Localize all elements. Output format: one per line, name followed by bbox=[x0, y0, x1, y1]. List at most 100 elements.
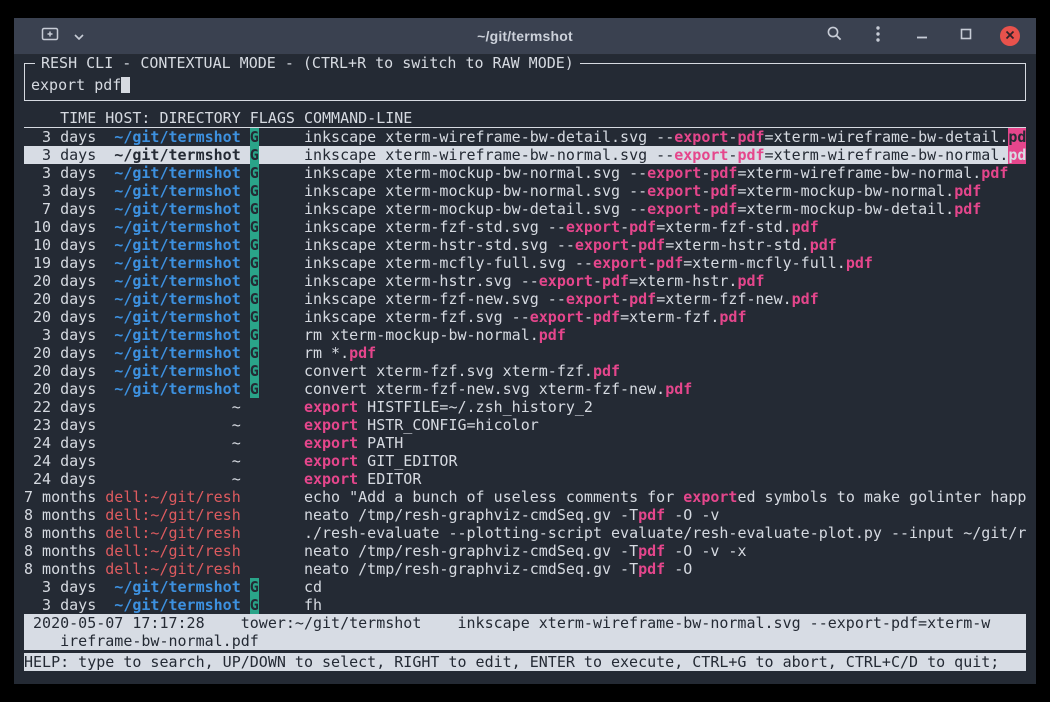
history-row[interactable]: 8 months dell:~/git/resh ./resh-evaluate… bbox=[24, 524, 1026, 542]
history-row[interactable]: 8 months dell:~/git/resh neato /tmp/resh… bbox=[24, 542, 1026, 560]
chevron-down-icon bbox=[74, 27, 84, 45]
search-button[interactable] bbox=[824, 26, 844, 46]
row-time: 20 days bbox=[24, 308, 96, 326]
row-time: 24 days bbox=[24, 452, 96, 470]
history-row[interactable]: 19 days ~/git/termshot G inkscape xterm-… bbox=[24, 254, 1026, 272]
command-text: HSTR_CONFIG=hicolor bbox=[358, 416, 539, 434]
match-highlight: pdf bbox=[638, 542, 665, 560]
command-text: =xterm-mcfly-full. bbox=[683, 254, 846, 272]
history-row[interactable]: 10 days ~/git/termshot G inkscape xterm-… bbox=[24, 218, 1026, 236]
help-bar: HELP: type to search, UP/DOWN to select,… bbox=[24, 653, 1026, 671]
command-text: neato /tmp/resh-graphviz-cmdSeq.gv -T bbox=[304, 542, 638, 560]
match-highlight: export bbox=[647, 164, 701, 182]
history-row[interactable]: 24 days ~ export PATH bbox=[24, 434, 1026, 452]
match-highlight: export bbox=[674, 146, 728, 164]
match-highlight: export bbox=[647, 182, 701, 200]
row-time: 3 days bbox=[24, 146, 96, 164]
match-highlight: pdf bbox=[719, 308, 746, 326]
history-row[interactable]: 24 days ~ export EDITOR bbox=[24, 470, 1026, 488]
command-text: inkscape xterm-mockup-bw-normal.svg -- bbox=[304, 182, 647, 200]
history-header: TIME HOST: DIRECTORY FLAGS COMMAND-LINE bbox=[24, 109, 1026, 128]
restore-button[interactable] bbox=[956, 26, 976, 46]
row-time: 23 days bbox=[24, 416, 96, 434]
row-host: ~ bbox=[105, 398, 240, 416]
command-text: rm *. bbox=[304, 344, 349, 362]
row-host: ~ bbox=[105, 434, 240, 452]
history-row[interactable]: 8 months dell:~/git/resh neato /tmp/resh… bbox=[24, 506, 1026, 524]
command-text: =xterm-fzf-new. bbox=[656, 290, 791, 308]
history-row[interactable]: 20 days ~/git/termshot G inkscape xterm-… bbox=[24, 308, 1026, 326]
git-flag: G bbox=[250, 596, 259, 614]
command-text: =xterm-hstr. bbox=[629, 272, 737, 290]
command-text: - bbox=[701, 200, 710, 218]
command-text: EDITOR bbox=[358, 470, 421, 488]
history-row[interactable]: 24 days ~ export GIT_EDITOR bbox=[24, 452, 1026, 470]
menu-button[interactable] bbox=[868, 26, 888, 46]
match-highlight: export bbox=[566, 290, 620, 308]
history-row[interactable]: 3 days ~/git/termshot G rm xterm-mockup-… bbox=[24, 326, 1026, 344]
match-highlight: pdf bbox=[638, 560, 665, 578]
minimize-button[interactable] bbox=[912, 26, 932, 46]
tab-dropdown-button[interactable] bbox=[69, 26, 89, 46]
row-time: 10 days bbox=[24, 218, 96, 236]
row-time: 20 days bbox=[24, 380, 96, 398]
history-row[interactable]: 20 days ~/git/termshot G inkscape xterm-… bbox=[24, 272, 1026, 290]
row-host: ~ bbox=[105, 416, 240, 434]
command-text: fh bbox=[304, 596, 322, 614]
match-highlight: pdf bbox=[539, 326, 566, 344]
new-tab-button[interactable] bbox=[40, 26, 60, 46]
command-text: inkscape xterm-mcfly-full.svg -- bbox=[304, 254, 593, 272]
match-highlight-truncated: pd bbox=[1008, 146, 1026, 164]
history-row[interactable]: 20 days ~/git/termshot G convert xterm-f… bbox=[24, 380, 1026, 398]
match-highlight: export bbox=[575, 236, 629, 254]
command-text: inkscape xterm-fzf.svg -- bbox=[304, 308, 530, 326]
row-time: 7 days bbox=[24, 200, 96, 218]
match-highlight: pdf bbox=[981, 164, 1008, 182]
history-row[interactable]: 10 days ~/git/termshot G inkscape xterm-… bbox=[24, 236, 1026, 254]
command-text: inkscape xterm-wireframe-bw-normal.svg -… bbox=[304, 146, 674, 164]
command-text: inkscape xterm-hstr-std.svg -- bbox=[304, 236, 575, 254]
close-button[interactable] bbox=[1000, 26, 1020, 46]
history-row[interactable]: 20 days ~/git/termshot G rm *.pdf bbox=[24, 344, 1026, 362]
history-row[interactable]: 20 days ~/git/termshot G inkscape xterm-… bbox=[24, 290, 1026, 308]
history-row[interactable]: 3 days ~/git/termshot G cd bbox=[24, 578, 1026, 596]
command-text: =xterm-mockup-bw-normal. bbox=[737, 182, 954, 200]
match-highlight: pdf bbox=[593, 362, 620, 380]
row-host: ~/git/termshot bbox=[105, 362, 240, 380]
match-highlight: pdf bbox=[656, 254, 683, 272]
match-highlight: pdf bbox=[954, 200, 981, 218]
git-flag: G bbox=[250, 380, 259, 398]
history-row[interactable]: 8 months dell:~/git/resh neato /tmp/resh… bbox=[24, 560, 1026, 578]
history-row[interactable]: 3 days ~/git/termshot G inkscape xterm-w… bbox=[24, 146, 1026, 164]
match-highlight: pdf bbox=[349, 344, 376, 362]
detail-line: 2020-05-07 17:17:28 tower:~/git/termshot… bbox=[24, 614, 1026, 632]
history-row[interactable]: 22 days ~ export HISTFILE=~/.zsh_history… bbox=[24, 398, 1026, 416]
command-text: =xterm-mockup-bw-detail. bbox=[737, 200, 954, 218]
resh-search-box: RESH CLI - CONTEXTUAL MODE - (CTRL+R to … bbox=[24, 63, 1026, 101]
row-host: ~/git/termshot bbox=[105, 344, 240, 362]
match-highlight: export bbox=[304, 434, 358, 452]
history-row[interactable]: 3 days ~/git/termshot G inkscape xterm-m… bbox=[24, 164, 1026, 182]
match-highlight: export bbox=[566, 218, 620, 236]
match-highlight: pdf bbox=[954, 182, 981, 200]
git-flag: G bbox=[250, 200, 259, 218]
history-row[interactable]: 23 days ~ export HSTR_CONFIG=hicolor bbox=[24, 416, 1026, 434]
row-host: ~/git/termshot bbox=[105, 326, 240, 344]
resh-box-title: RESH CLI - CONTEXTUAL MODE - (CTRL+R to … bbox=[35, 55, 580, 72]
history-row[interactable]: 3 days ~/git/termshot G inkscape xterm-w… bbox=[24, 128, 1026, 146]
command-text: =xterm-hstr-std. bbox=[665, 236, 810, 254]
history-row[interactable]: 3 days ~/git/termshot G inkscape xterm-m… bbox=[24, 182, 1026, 200]
match-highlight: pdf bbox=[629, 218, 656, 236]
titlebar[interactable]: ~/git/termshot bbox=[14, 18, 1036, 55]
history-row[interactable]: 20 days ~/git/termshot G convert xterm-f… bbox=[24, 362, 1026, 380]
history-row[interactable]: 3 days ~/git/termshot G fh bbox=[24, 596, 1026, 614]
history-row[interactable]: 7 days ~/git/termshot G inkscape xterm-m… bbox=[24, 200, 1026, 218]
row-host: dell:~/git/resh bbox=[105, 506, 240, 524]
history-row[interactable]: 7 months dell:~/git/resh echo "Add a bun… bbox=[24, 488, 1026, 506]
row-host: dell:~/git/resh bbox=[105, 560, 240, 578]
git-flag: G bbox=[250, 308, 259, 326]
row-time: 8 months bbox=[24, 560, 96, 578]
command-text: neato /tmp/resh-graphviz-cmdSeq.gv -T bbox=[304, 560, 638, 578]
row-host: ~/git/termshot bbox=[105, 254, 240, 272]
git-flag: G bbox=[250, 290, 259, 308]
